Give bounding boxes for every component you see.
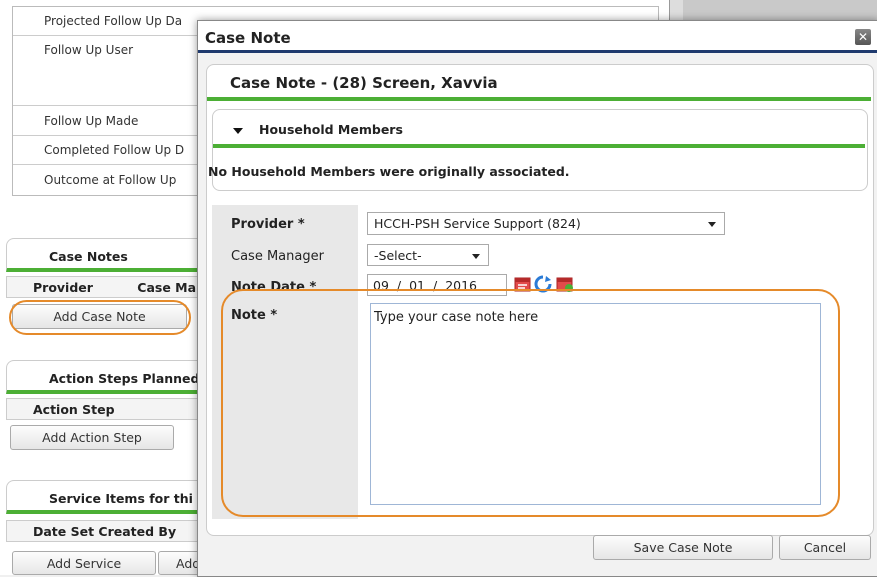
provider-column: Provider xyxy=(33,280,93,295)
case-manager-select[interactable]: -Select- xyxy=(367,244,489,266)
add-case-note-highlight xyxy=(9,300,191,335)
provider-label: Provider * xyxy=(231,217,305,232)
case-manager-select-value: -Select- xyxy=(374,248,422,263)
chevron-down-icon xyxy=(472,254,480,259)
provider-select[interactable]: HCCH-PSH Service Support (824) xyxy=(367,212,725,235)
add-action-step-button[interactable]: Add Action Step xyxy=(10,425,174,450)
household-members-title: Household Members xyxy=(259,122,403,137)
note-highlight xyxy=(221,289,840,517)
household-members-message: No Household Members were originally ass… xyxy=(208,164,570,179)
household-members-toggle[interactable]: Household Members xyxy=(213,110,865,148)
case-manager-label: Case Manager xyxy=(231,249,324,264)
panel-heading: Case Note - (28) Screen, Xavvia xyxy=(207,65,871,101)
save-case-note-button[interactable]: Save Case Note xyxy=(593,535,773,560)
dialog-title: Case Note xyxy=(205,29,291,47)
close-icon[interactable]: ✕ xyxy=(855,29,871,45)
household-members-section: Household Members No Household Members w… xyxy=(208,109,868,191)
case-manager-column: Case Ma xyxy=(137,280,197,295)
collapse-arrow-icon[interactable] xyxy=(233,127,243,134)
dialog-title-bar: Case Note ✕ xyxy=(198,21,877,53)
provider-select-value: HCCH-PSH Service Support (824) xyxy=(374,216,581,231)
chevron-down-icon xyxy=(708,222,716,227)
cancel-button[interactable]: Cancel xyxy=(779,535,871,560)
case-note-dialog: Case Note ✕ Case Note - (28) Screen, Xav… xyxy=(197,20,877,577)
add-service-button[interactable]: Add Service xyxy=(12,551,156,575)
